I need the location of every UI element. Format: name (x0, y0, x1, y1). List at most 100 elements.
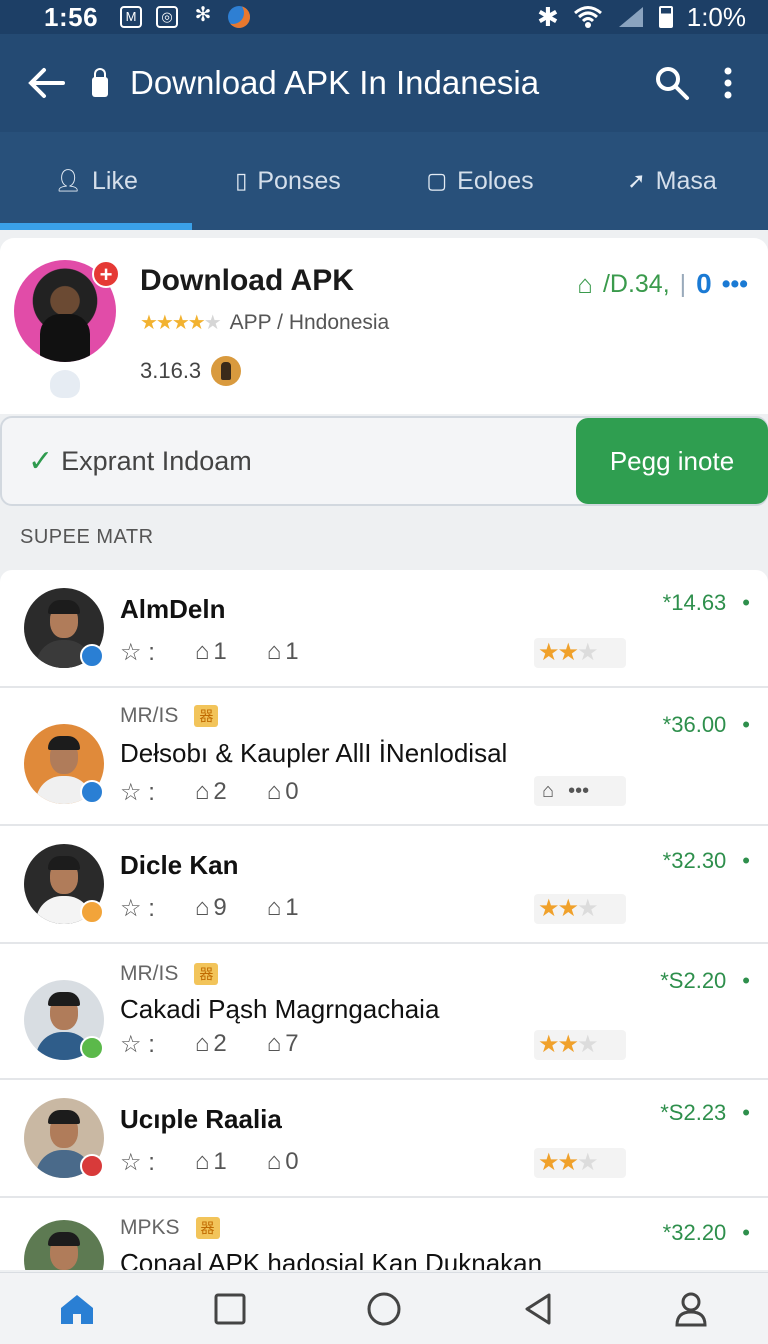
verified-badge-icon (80, 1036, 104, 1060)
item-more-dot[interactable]: • (742, 1220, 750, 1246)
like-button[interactable]: ⌂ 1 (195, 1148, 227, 1177)
back-triangle-icon (525, 1293, 551, 1324)
bluetooth-icon: ✱ (536, 1, 559, 32)
tab-masa[interactable]: ➚ Masa (576, 132, 768, 230)
app-icon: ◎ (156, 6, 179, 28)
item-price: *32.30 • (662, 848, 750, 874)
back-button[interactable] (0, 67, 92, 99)
profile-icon (675, 1292, 707, 1326)
app-bar: Download APK In Indanesia (0, 34, 768, 132)
item-more-dot[interactable]: • (742, 590, 750, 616)
item-actions[interactable]: ⌂ ••• (534, 776, 626, 806)
item-price: *S2.23 • (660, 1100, 750, 1126)
star-outline-icon[interactable]: ☆ : (120, 638, 155, 667)
list-item[interactable]: Ucıple Raalia ☆ : ⌂ 1 ⌂ 0 *S2.23 • ★★★ (0, 1080, 768, 1198)
nav-recents[interactable] (154, 1273, 308, 1344)
lock-icon (92, 68, 108, 97)
item-meta: ☆ : ⌂ 1 ⌂ 0 (120, 1148, 299, 1177)
verified-badge-icon (80, 644, 104, 668)
like-button[interactable]: ⌂ 9 (195, 894, 227, 923)
search-icon (656, 67, 689, 100)
verified-badge-icon (80, 900, 104, 924)
item-star-rating: ★★★ (534, 638, 626, 668)
tab-bar: 👤︎ Like ▯ Ponses ▢ Eoloes ➚ Masa (0, 132, 768, 230)
tab-label: Eoloes (457, 166, 534, 195)
list-item[interactable]: MPKS 器 Conaal APK hadosial Kan Duknakan *… (0, 1198, 768, 1270)
like-button[interactable]: ⌂ 2 (195, 778, 227, 807)
person-icon: 👤︎ (54, 168, 83, 193)
item-more-dot[interactable]: • (742, 712, 750, 738)
stat-more-button[interactable]: ••• (722, 270, 748, 299)
item-more-dot[interactable]: • (742, 1100, 750, 1126)
bottom-navigation (0, 1272, 768, 1344)
nav-profile[interactable] (614, 1273, 768, 1344)
item-more-dot[interactable]: • (742, 968, 750, 994)
item-price: *32.20 • (662, 1220, 750, 1246)
item-meta: ☆ : ⌂ 1 ⌂ 1 (120, 638, 299, 667)
app-name: Download APK (140, 264, 354, 297)
share-button[interactable]: ⌂ 0 (267, 778, 299, 807)
verified-badge-icon (80, 780, 104, 804)
tab-ponses[interactable]: ▯ Ponses (192, 132, 384, 230)
share-button[interactable]: ⌂ 0 (267, 1148, 299, 1177)
primary-action-button[interactable]: Pegg inote (576, 418, 768, 504)
notification-icons: M ◎ ✻ (120, 4, 251, 28)
stat-count: 0 (696, 268, 712, 299)
bag-icon: ⌂ (542, 779, 555, 802)
tab-like[interactable]: 👤︎ Like (0, 132, 192, 230)
circle-icon (367, 1292, 401, 1325)
item-meta: ☆ : ⌂ 2 ⌂ 7 (120, 1030, 299, 1059)
review-list: AlmDeln ☆ : ⌂ 1 ⌂ 1 *14.63 • ★★★ MR/IS 器 Deł… (0, 570, 768, 1270)
app-rating: ★★★★★ APP / Hndonesia (140, 310, 389, 335)
item-more-dot[interactable]: • (742, 848, 750, 874)
tab-eoloes[interactable]: ▢ Eoloes (384, 132, 576, 230)
item-name: Dicle Kan (120, 850, 239, 880)
item-name: Ucıple Raalia (120, 1104, 282, 1134)
coin-icon (211, 356, 242, 386)
page-title: Download APK In Indanesia (130, 64, 540, 101)
check-icon: ✓ (28, 444, 54, 478)
like-button[interactable]: ⌂ 1 (195, 638, 227, 667)
bag-icon: ⌂ (577, 268, 593, 299)
list-item[interactable]: Dicle Kan ☆ : ⌂ 9 ⌂ 1 *32.30 • ★★★ (0, 826, 768, 944)
stat-text: /D.34, (602, 269, 670, 298)
status-bar: 1:56 M ◎ ✻ ✱ 1:0% (0, 0, 768, 34)
like-button[interactable]: ⌂ 2 (195, 1030, 227, 1059)
star-outline-icon[interactable]: ☆ : (120, 1030, 155, 1059)
list-item[interactable]: AlmDeln ☆ : ⌂ 1 ⌂ 1 *14.63 • ★★★ (0, 570, 768, 688)
share-button[interactable]: ⌂ 7 (267, 1030, 299, 1059)
app-header-card: + Download APK ★★★★★ APP / Hndonesia 3.1… (0, 238, 768, 414)
item-star-rating: ★★★ (534, 1030, 626, 1060)
item-name: Cakadi Pąsh Magrngachaia (120, 994, 440, 1024)
tag-icon: 器 (195, 1217, 220, 1239)
tag-icon: 器 (194, 963, 219, 985)
tab-label: Ponses (257, 166, 341, 195)
tablet-icon: ▢ (426, 168, 448, 193)
tab-label: Like (92, 166, 138, 195)
version-text: 3.16.3 (140, 358, 202, 383)
more-options-button[interactable] (700, 66, 756, 100)
nav-home-circle[interactable] (307, 1273, 461, 1344)
share-button[interactable]: ⌂ 1 (267, 638, 299, 667)
nav-home[interactable] (0, 1273, 154, 1344)
battery-icon (658, 6, 673, 28)
item-tagline: MR/IS 器 (120, 704, 219, 728)
bluetooth-icon: ✻ (194, 4, 212, 26)
star-outline-icon[interactable]: ☆ : (120, 1148, 155, 1177)
star-outline-icon[interactable]: ☆ : (120, 778, 155, 807)
back-arrow-icon (28, 68, 65, 98)
stat-separator: | (679, 269, 687, 298)
share-button[interactable]: ⌂ 1 (267, 894, 299, 923)
action-bar: ✓ Exprant Indoam Pegg inote (0, 416, 768, 506)
list-item[interactable]: MR/IS 器 Cakadi Pąsh Magrngachaia ☆ : ⌂ 2 ⌂… (0, 944, 768, 1080)
mail-icon: M (120, 6, 143, 28)
add-badge-icon[interactable]: + (92, 260, 120, 288)
phone-icon: ▯ (235, 168, 248, 193)
star-outline-icon[interactable]: ☆ : (120, 894, 155, 923)
list-item[interactable]: MR/IS 器 Dełsobı & Kaupler AllI İNenlodisa… (0, 688, 768, 826)
nav-back[interactable] (461, 1273, 615, 1344)
item-meta: ☆ : ⌂ 2 ⌂ 0 (120, 778, 299, 807)
search-button[interactable] (644, 65, 700, 101)
more-vert-icon (724, 67, 732, 99)
shield-icon (50, 370, 80, 398)
